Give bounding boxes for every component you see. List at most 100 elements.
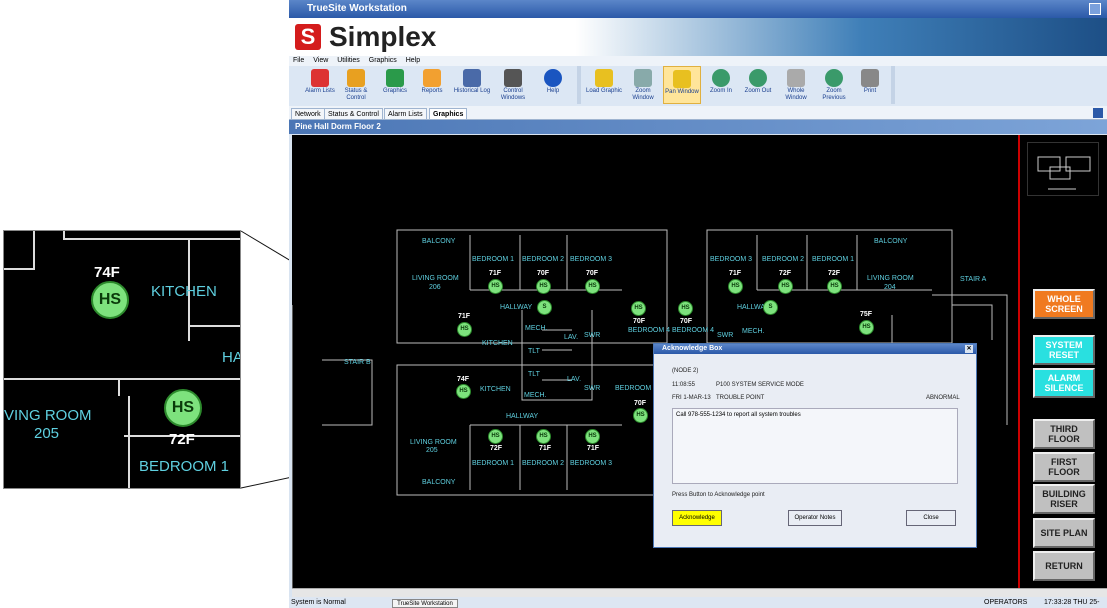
- window-control-icon[interactable]: [1089, 3, 1101, 15]
- toolbar-label: Zoom In: [709, 88, 732, 94]
- historical-log-button[interactable]: Historical Log: [453, 66, 491, 104]
- chevron-down-icon[interactable]: [1093, 108, 1103, 118]
- toolbar-separator: [577, 66, 581, 104]
- room-label: HALLWAY: [500, 304, 533, 311]
- toolbar-label: Zoom Previous: [822, 88, 846, 101]
- return-button[interactable]: RETURN: [1033, 551, 1095, 581]
- menu-bar: File View Utilities Graphics Help: [289, 56, 1107, 66]
- heat-sensor-icon[interactable]: HS: [457, 322, 472, 337]
- menu-utilities[interactable]: Utilities: [337, 57, 360, 64]
- temp-label: 71F: [489, 270, 502, 277]
- room-label: SWR: [584, 332, 601, 339]
- toolbar-label: Zoom Out: [744, 88, 772, 94]
- zoom-out-button[interactable]: Zoom Out: [739, 66, 777, 104]
- system-reset-button[interactable]: SYSTEM RESET: [1033, 335, 1095, 365]
- close-icon[interactable]: ✕: [965, 345, 973, 353]
- smoke-sensor-icon[interactable]: S: [763, 300, 778, 315]
- horizontal-scrollbar[interactable]: [292, 588, 1107, 597]
- room-label: MECH.: [742, 328, 765, 335]
- zoom-in-button[interactable]: Zoom In: [702, 66, 740, 104]
- taskbar-button[interactable]: TrueSite Workstation: [392, 599, 458, 608]
- toolbar-label: Whole Window: [785, 88, 807, 101]
- brand-banner: S Simplex: [289, 18, 1107, 56]
- control-windows-button[interactable]: Control Windows: [494, 66, 532, 104]
- whole-screen-button[interactable]: WHOLE SCREEN: [1033, 289, 1095, 319]
- heat-sensor-icon[interactable]: HS: [778, 279, 793, 294]
- zoom-window-button[interactable]: Zoom Window: [624, 66, 662, 104]
- room-label: 204: [884, 284, 896, 291]
- heat-sensor-icon[interactable]: HS: [488, 279, 503, 294]
- room-label: MECH.: [525, 325, 548, 332]
- floorplan-minimap[interactable]: [1027, 142, 1099, 196]
- close-button[interactable]: Close: [906, 510, 956, 526]
- temp-label: 70F: [586, 270, 599, 277]
- status-control-button[interactable]: Status & Control: [337, 66, 375, 104]
- room-label: KITCHEN: [482, 340, 513, 347]
- room-label: BEDROOM 3: [570, 460, 613, 467]
- room-label: 206: [429, 284, 441, 291]
- menu-help[interactable]: Help: [406, 57, 420, 64]
- alarm-lists-button[interactable]: Alarm Lists: [301, 66, 339, 104]
- event-point: P100 SYSTEM SERVICE MODE: [716, 382, 804, 388]
- smoke-sensor-icon[interactable]: S: [537, 300, 552, 315]
- tab-alarm-lists[interactable]: Alarm Lists: [384, 108, 427, 120]
- zoom-previous-button[interactable]: Zoom Previous: [815, 66, 853, 104]
- heat-sensor-icon[interactable]: HS: [585, 279, 600, 294]
- room-label: BEDROOM 2: [762, 256, 805, 263]
- room-label: SWR: [717, 332, 734, 339]
- toolbar-separator: [891, 66, 895, 104]
- temp-label: 70F: [634, 400, 647, 407]
- heat-sensor-icon[interactable]: HS: [488, 429, 503, 444]
- room-label: STAIR A: [960, 276, 987, 283]
- heat-sensor-icon[interactable]: HS: [678, 301, 693, 316]
- toolbar-label: Control Windows: [500, 88, 526, 101]
- room-label: BEDROOM: [615, 385, 652, 392]
- room-label: BEDROOM 2: [522, 256, 565, 263]
- print-button[interactable]: Print: [851, 66, 889, 104]
- heat-sensor-icon[interactable]: HS: [827, 279, 842, 294]
- heat-sensor-icon[interactable]: HS: [631, 301, 646, 316]
- tab-status-control[interactable]: Status & Control: [324, 108, 383, 120]
- operator-notes-button[interactable]: Operator Notes: [788, 510, 842, 526]
- heat-sensor-icon[interactable]: HS: [859, 320, 874, 335]
- third-floor-button[interactable]: THIRD FLOOR: [1033, 419, 1095, 449]
- heat-sensor-icon[interactable]: HS: [728, 279, 743, 294]
- room-label: 205: [426, 447, 438, 454]
- alarm-silence-button[interactable]: ALARM SILENCE: [1033, 368, 1095, 398]
- temp-label: 71F: [729, 270, 742, 277]
- event-time: 11:08:55: [672, 382, 695, 388]
- toolbar-label: Print: [863, 88, 877, 94]
- room-label: LIVING ROOM: [867, 275, 914, 282]
- temp-label: 70F: [680, 318, 693, 325]
- menu-graphics[interactable]: Graphics: [369, 57, 397, 64]
- room-label: BEDROOM 1: [812, 256, 855, 263]
- room-label: SWR: [584, 385, 601, 392]
- toolbar-label: Historical Log: [453, 88, 491, 94]
- menu-file[interactable]: File: [293, 57, 304, 64]
- tab-graphics[interactable]: Graphics: [429, 108, 468, 120]
- heat-sensor-icon[interactable]: HS: [536, 429, 551, 444]
- room-label: HALLWAY: [506, 413, 539, 420]
- temp-label: 70F: [633, 318, 646, 325]
- heat-sensor-icon[interactable]: HS: [585, 429, 600, 444]
- minimap-drawing: [1037, 156, 1091, 190]
- load-graphic-button[interactable]: Load Graphic: [585, 66, 623, 104]
- whole-window-button[interactable]: Whole Window: [777, 66, 815, 104]
- room-label: LAV.: [564, 334, 579, 341]
- heat-sensor-icon[interactable]: HS: [456, 384, 471, 399]
- menu-view[interactable]: View: [313, 57, 328, 64]
- acknowledge-button[interactable]: Acknowledge: [672, 510, 722, 526]
- pan-window-button[interactable]: Pan Window: [663, 66, 701, 104]
- tab-network[interactable]: Network: [291, 108, 325, 120]
- zoom-window-icon: [634, 69, 652, 87]
- site-plan-button[interactable]: SITE PLAN: [1033, 518, 1095, 548]
- pan-window-icon: [673, 70, 691, 88]
- reports-button[interactable]: Reports: [413, 66, 451, 104]
- help-button[interactable]: Help: [534, 66, 572, 104]
- first-floor-button[interactable]: FIRST FLOOR: [1033, 452, 1095, 482]
- heat-sensor-icon[interactable]: HS: [536, 279, 551, 294]
- building-riser-button[interactable]: BUILDING RISER: [1033, 484, 1095, 514]
- graphics-button[interactable]: Graphics: [376, 66, 414, 104]
- heat-sensor-icon[interactable]: HS: [633, 408, 648, 423]
- temp-label: 71F: [587, 445, 600, 452]
